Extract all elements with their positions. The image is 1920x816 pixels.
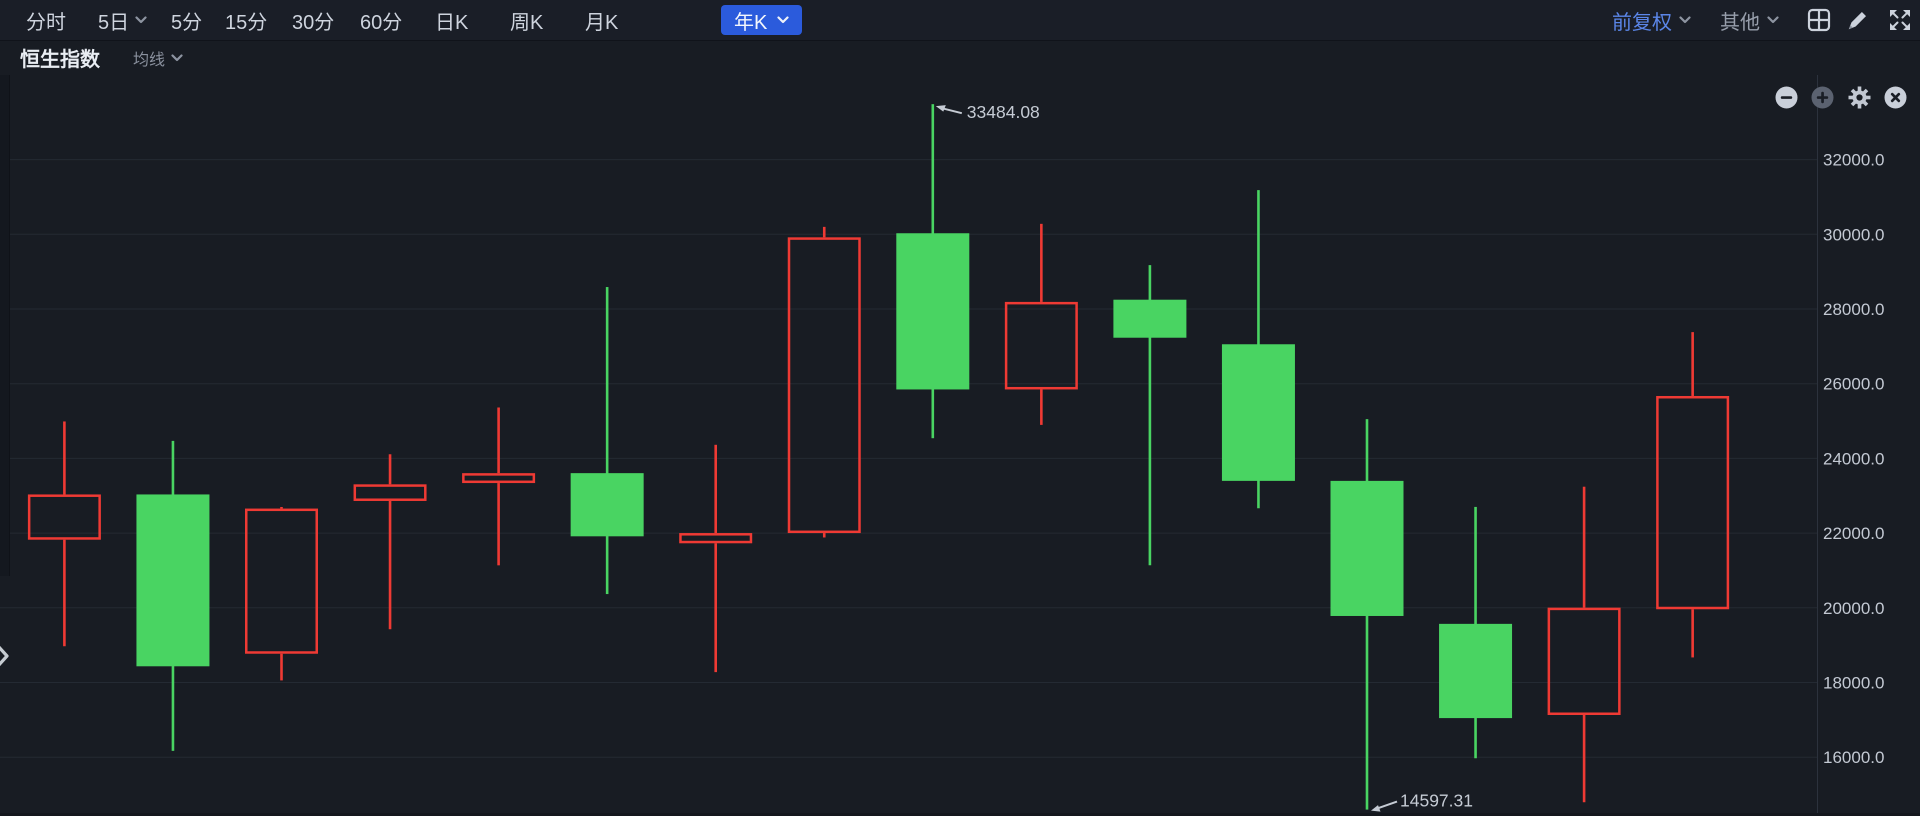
chevron-down-icon [777, 16, 789, 24]
period-tab-label: 年K [734, 6, 767, 35]
period-tab-label: 月K [585, 6, 618, 35]
layout-grid-icon[interactable] [1806, 7, 1832, 33]
draw-pen-icon[interactable] [1845, 7, 1871, 33]
candle[interactable] [571, 287, 644, 594]
candlestick-chart[interactable]: 32000.0 30000.0 28000.0 26000.0 24000.0 22000… [0, 0, 1920, 816]
settings-gear-icon[interactable] [1848, 86, 1871, 109]
price-annotation: 14597.31 [1371, 791, 1473, 812]
symbol-name: 恒生指数 [20, 40, 100, 75]
stock-chart-app: { "toolbar": { "periods": ["分时", "5日", "… [0, 0, 1920, 816]
period-tab-daily[interactable]: 日K [435, 0, 468, 40]
y-axis-tick-label: 22000.0 [1823, 524, 1884, 543]
ma-dropdown[interactable]: 均线 [133, 40, 183, 75]
left-panel-edge [0, 75, 10, 576]
candle[interactable] [1006, 224, 1077, 425]
zoom-out-icon[interactable] [1775, 86, 1798, 109]
candle[interactable] [136, 441, 209, 751]
adjust-mode-dropdown[interactable]: 前复权 [1612, 0, 1691, 40]
y-axis-tick-label: 28000.0 [1823, 300, 1884, 319]
candle[interactable] [463, 407, 533, 565]
period-toolbar: 分时 5日 5分 15分 30分 60分 日K 周K 月K 年K 前复权 其他 [0, 0, 1920, 41]
period-tab-5day[interactable]: 5日 [98, 0, 147, 40]
period-tab-5min[interactable]: 5分 [171, 0, 202, 40]
price-annotation: 33484.08 [936, 102, 1040, 122]
other-dropdown[interactable]: 其他 [1720, 0, 1779, 40]
candle[interactable] [789, 227, 860, 538]
period-tab-label: 30分 [292, 6, 334, 35]
period-tab-label: 15分 [225, 6, 267, 35]
chevron-down-icon [1679, 16, 1691, 24]
period-tab-label: 周K [510, 6, 543, 35]
period-tab-yearly-selected[interactable]: 年K [721, 5, 802, 35]
expand-panel-chevron-icon[interactable] [0, 642, 10, 675]
candle[interactable] [1549, 487, 1620, 803]
ma-label: 均线 [133, 46, 165, 70]
chevron-down-icon [171, 54, 183, 62]
zoom-in-icon[interactable] [1811, 86, 1834, 109]
fullscreen-icon[interactable] [1887, 7, 1913, 33]
chevron-down-icon [1767, 16, 1779, 24]
period-tab-label: 日K [435, 6, 468, 35]
chart-subheader: 恒生指数 均线 [0, 40, 1920, 75]
candle[interactable] [1113, 265, 1186, 565]
candle[interactable] [1439, 507, 1512, 758]
period-tab-monthly[interactable]: 月K [585, 0, 618, 40]
period-tab-30min[interactable]: 30分 [292, 0, 334, 40]
period-tab-weekly[interactable]: 周K [510, 0, 543, 40]
y-axis-tick-label: 18000.0 [1823, 674, 1884, 693]
period-tab-label: 5日 [98, 6, 129, 35]
candle[interactable] [680, 445, 751, 672]
y-axis-tick-label: 20000.0 [1823, 599, 1884, 618]
y-axis-tick-label: 24000.0 [1823, 449, 1884, 468]
period-tab-label: 60分 [360, 6, 402, 35]
chevron-down-icon [135, 16, 147, 24]
period-tab-label: 分时 [26, 6, 66, 35]
candle[interactable] [1331, 419, 1404, 809]
candle[interactable] [1222, 190, 1295, 508]
candle[interactable] [1657, 332, 1728, 657]
svg-text:33484.08: 33484.08 [967, 102, 1040, 122]
close-icon[interactable] [1884, 86, 1907, 109]
y-axis-tick-label: 26000.0 [1823, 375, 1884, 394]
period-tab-15min[interactable]: 15分 [225, 0, 267, 40]
y-axis-tick-label: 30000.0 [1823, 225, 1884, 244]
y-axis-tick-label: 16000.0 [1823, 748, 1884, 767]
svg-text:14597.31: 14597.31 [1400, 791, 1473, 811]
period-tab-60min[interactable]: 60分 [360, 0, 402, 40]
candle[interactable] [355, 454, 426, 629]
other-dropdown-label: 其他 [1720, 6, 1760, 35]
candle[interactable] [896, 104, 969, 438]
period-tab-intraday[interactable]: 分时 [26, 0, 66, 40]
adjust-mode-label: 前复权 [1612, 6, 1672, 35]
candle[interactable] [29, 421, 100, 646]
y-axis-tick-label: 32000.0 [1823, 151, 1884, 170]
period-tab-label: 5分 [171, 6, 202, 35]
